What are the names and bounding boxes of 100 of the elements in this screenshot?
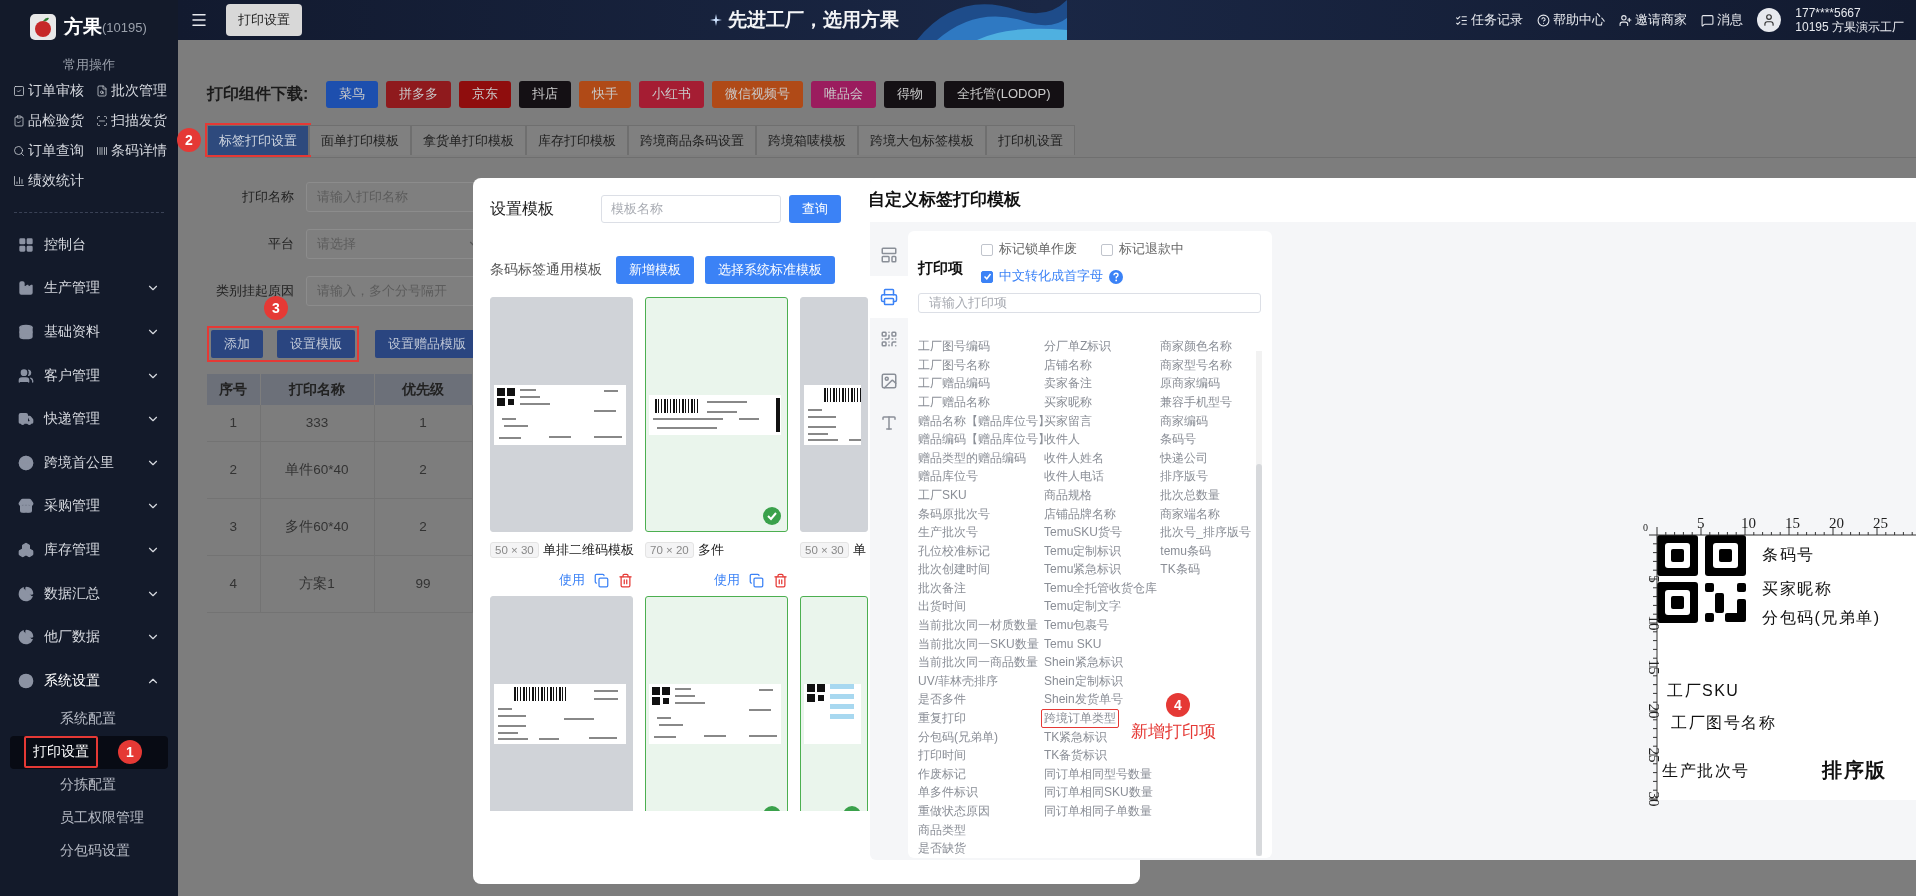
page-tab[interactable]: 打印设置 — [226, 4, 302, 36]
print-item[interactable]: 商品类型 — [915, 820, 969, 840]
download-button[interactable]: 微信视频号 — [712, 80, 804, 108]
template-button[interactable]: 选择系统标准模板 — [705, 256, 835, 284]
print-item[interactable]: 工厂SKU — [915, 485, 970, 505]
print-item[interactable]: 原商家编码 — [1157, 374, 1224, 394]
sidebar-item[interactable]: 他厂数据 — [0, 615, 178, 659]
checkbox[interactable] — [981, 270, 993, 283]
sidebar-item[interactable]: 生产管理 — [0, 266, 178, 311]
label-field[interactable]: 排序版 — [1822, 757, 1887, 784]
print-item[interactable]: 分厂单Z标识 — [1041, 337, 1115, 357]
template-card[interactable] — [645, 297, 788, 532]
print-item[interactable]: 重做状态原因 — [915, 802, 993, 821]
sidebar-item[interactable]: 控制台 — [0, 223, 178, 267]
quick-op-link[interactable]: 订单审核 — [13, 82, 96, 100]
sidebar-item[interactable]: 数据汇总 — [0, 571, 178, 616]
delete-icon[interactable] — [618, 572, 633, 588]
print-item[interactable]: 条码号 — [1157, 430, 1200, 450]
template-card[interactable] — [645, 596, 788, 811]
scrollbar-thumb[interactable] — [1256, 464, 1262, 856]
print-item[interactable]: 收件人姓名 — [1041, 448, 1107, 468]
print-item[interactable]: 出货时间 — [915, 597, 969, 617]
print-item[interactable]: UV/菲林壳排序 — [915, 671, 1001, 691]
submenu-item[interactable]: 系统配置 — [10, 702, 168, 736]
label-field[interactable]: 条码号 — [1762, 545, 1815, 566]
query-button[interactable]: 查询 — [789, 195, 841, 223]
print-item[interactable]: 收件人电话 — [1041, 467, 1107, 487]
download-button[interactable]: 得物 — [884, 80, 937, 108]
label-field[interactable]: 生产批次号 — [1662, 761, 1750, 782]
print-item[interactable]: 赠品库位号 — [915, 467, 981, 487]
label-field[interactable]: 工厂SKU — [1667, 681, 1740, 702]
print-item[interactable]: Temu定制标识 — [1041, 541, 1125, 561]
tab[interactable]: 打印机设置 — [986, 125, 1075, 155]
copy-icon[interactable] — [594, 572, 609, 588]
template-card[interactable] — [490, 596, 633, 811]
print-item[interactable]: temu条码 — [1157, 541, 1215, 561]
download-button[interactable]: 抖店 — [519, 80, 572, 108]
label-field[interactable]: 工厂图号名称 — [1671, 713, 1776, 734]
print-item[interactable]: 工厂图号名称 — [915, 355, 993, 375]
submenu-item[interactable]: 打印设置 1 — [10, 735, 168, 769]
use-link[interactable]: 使用 — [714, 571, 740, 589]
help-icon[interactable] — [1109, 269, 1123, 284]
print-item[interactable]: 工厂赠品编码 — [915, 374, 993, 394]
print-item[interactable]: TK条码 — [1157, 560, 1203, 580]
sidebar-item[interactable]: 快递管理 — [0, 397, 178, 441]
avatar[interactable] — [1757, 8, 1782, 32]
download-button[interactable]: 小红书 — [639, 80, 705, 108]
print-item[interactable]: 是否缺货 — [915, 839, 969, 859]
print-item[interactable]: 当前批次同一商品数量 — [915, 653, 1041, 673]
print-item[interactable]: Temu全托管收货仓库 — [1041, 578, 1161, 598]
sidebar-item[interactable]: 基础资料 — [0, 310, 178, 354]
quick-op-link[interactable]: 批次管理 — [96, 82, 179, 100]
search-field[interactable]: 模板名称 — [601, 195, 781, 223]
download-button[interactable]: 京东 — [459, 80, 512, 108]
submenu-item[interactable]: 员工权限管理 — [10, 801, 168, 835]
checkbox[interactable] — [1101, 243, 1113, 256]
print-item[interactable]: 商家端名称 — [1157, 504, 1224, 524]
search-field[interactable]: 请输入打印项 — [918, 293, 1261, 314]
submenu-item[interactable]: 分包码设置 — [10, 834, 168, 868]
label-field[interactable]: 分包码(兄弟单) — [1762, 608, 1881, 629]
action-button[interactable]: 设置模版 — [277, 330, 355, 358]
download-button[interactable]: 唯品会 — [811, 80, 877, 108]
sidebar-item[interactable]: 系统设置 — [0, 658, 178, 703]
tab[interactable]: 拿货单打印模板 — [411, 125, 526, 155]
template-card[interactable] — [800, 596, 868, 811]
print-item[interactable]: 兼容手机型号 — [1157, 392, 1236, 412]
print-item[interactable]: 跨境订单类型 — [1041, 709, 1119, 729]
download-button[interactable]: 拼多多 — [386, 80, 452, 108]
sidebar-item[interactable]: 跨境首公里 — [0, 440, 178, 485]
tab[interactable]: 跨境商品条码设置 — [628, 125, 756, 155]
delete-icon[interactable] — [773, 572, 788, 588]
print-item[interactable]: 单多件标识 — [915, 783, 981, 803]
print-item[interactable]: 条码原批次号 — [915, 504, 993, 524]
submenu-item[interactable]: 分拣配置 — [10, 768, 168, 802]
tab[interactable]: 标签打印设置 — [207, 125, 309, 155]
action-button[interactable]: 添加 — [211, 330, 263, 358]
tab[interactable]: 库存打印模板 — [526, 125, 628, 155]
print-item[interactable]: 商家编码 — [1157, 411, 1212, 431]
print-item[interactable]: TK紧急标识 — [1041, 727, 1111, 747]
print-item[interactable]: TemuSKU货号 — [1041, 523, 1126, 543]
print-item[interactable]: 商家颜色名称 — [1157, 337, 1236, 357]
quick-op-link[interactable]: 扫描发货 — [96, 112, 179, 130]
print-item[interactable]: 同订单相同子单数量 — [1041, 802, 1155, 821]
print-item[interactable]: 排序版号 — [1157, 467, 1212, 487]
print-item[interactable]: 重复打印 — [915, 709, 969, 729]
sidebar-item[interactable]: 采购管理 — [0, 484, 178, 529]
menu-icon[interactable] — [190, 11, 208, 29]
print-item[interactable]: 批次总数量 — [1157, 485, 1224, 505]
print-item[interactable]: 店铺名称 — [1041, 355, 1095, 375]
print-item[interactable]: Temu定制文字 — [1041, 597, 1125, 617]
print-item[interactable]: 批次创建时间 — [915, 560, 993, 580]
print-item[interactable]: 买家昵称 — [1041, 392, 1095, 412]
download-button[interactable]: 全托管(LODOP) — [944, 80, 1064, 108]
sidebar-item[interactable]: 库存管理 — [0, 528, 178, 572]
header-link[interactable]: 邀请商家 — [1619, 11, 1688, 29]
print-item[interactable]: 批次备注 — [915, 578, 969, 598]
print-item[interactable]: 店铺品牌名称 — [1041, 504, 1119, 524]
tab[interactable]: 跨境箱唛模板 — [756, 125, 858, 155]
label-field[interactable]: 买家昵称 — [1762, 579, 1832, 600]
header-link[interactable]: 帮助中心 — [1537, 11, 1606, 29]
